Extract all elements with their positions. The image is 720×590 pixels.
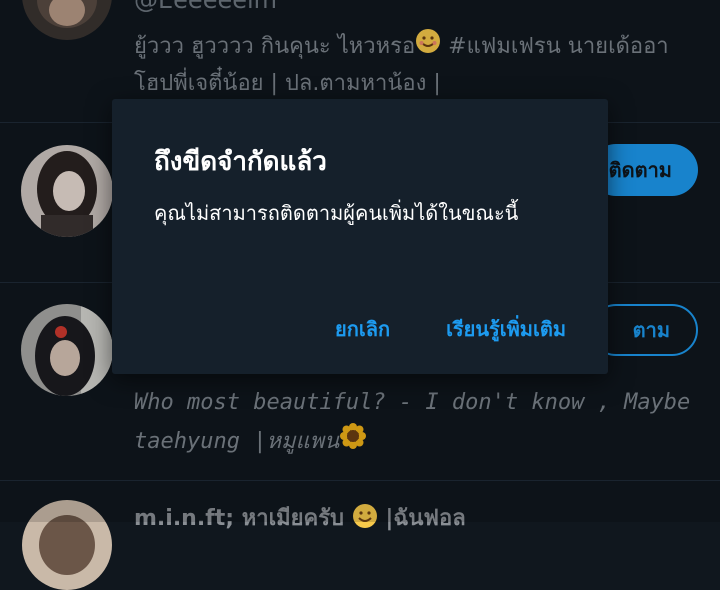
dialog-actions: ยกเลิก เรียนรู้เพิ่มเติม bbox=[335, 313, 566, 345]
learn-more-button[interactable]: เรียนรู้เพิ่มเติม bbox=[446, 313, 566, 345]
dialog-message: คุณไม่สามารถติดตามผู้คนเพิ่มได้ในขณะนี้ bbox=[154, 201, 519, 225]
limit-reached-dialog: ถึงขีดจำกัดแล้ว คุณไม่สามารถติดตามผู้คนเ… bbox=[112, 99, 608, 374]
dialog-title: ถึงขีดจำกัดแล้ว bbox=[154, 147, 327, 177]
cancel-button[interactable]: ยกเลิก bbox=[335, 313, 390, 345]
